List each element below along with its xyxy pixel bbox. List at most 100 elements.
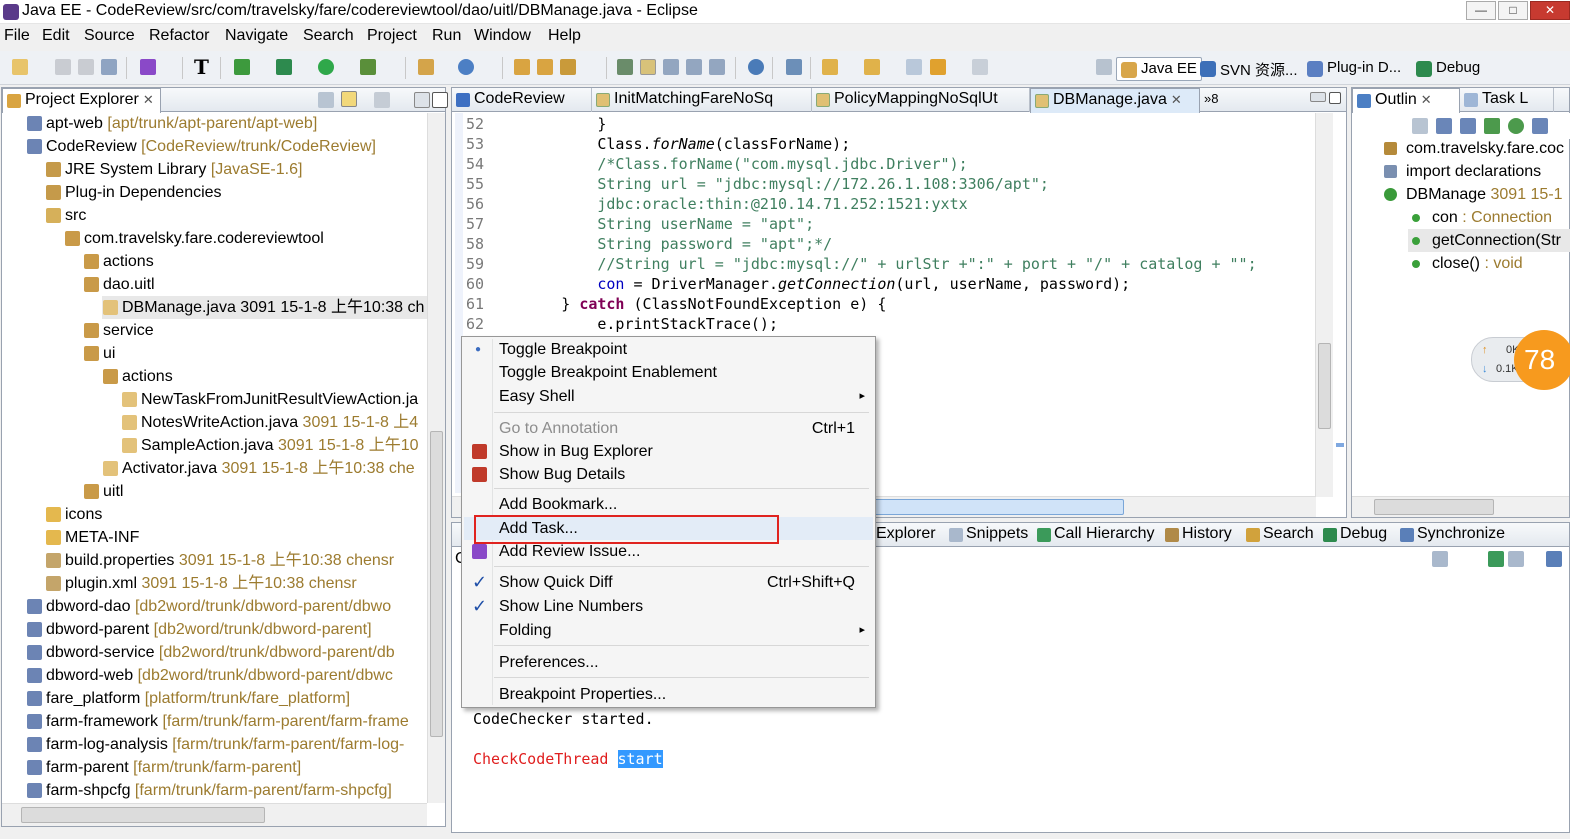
menu-window[interactable]: Window — [474, 27, 531, 45]
menu-item-toggle-breakpoint[interactable]: ● Toggle Breakpoint — [464, 338, 873, 361]
tree-item[interactable]: Activator.java 3091 15-1-8 上午10:38 che — [102, 457, 427, 480]
minimize-view-icon[interactable] — [414, 92, 430, 108]
code-line[interactable]: 57 String userName = "apt"; — [452, 214, 1312, 234]
menu-help[interactable]: Help — [548, 27, 581, 45]
tab-project-explorer[interactable]: Project Explorer ✕ — [2, 88, 161, 113]
perspective-svn[interactable]: SVN 资源... — [1196, 57, 1302, 81]
menu-item-breakpoint-properties[interactable]: Breakpoint Properties... — [464, 683, 873, 706]
tree-item[interactable]: NewTaskFromJunitResultViewAction.ja — [121, 388, 427, 411]
toggle-highlight-icon[interactable] — [640, 59, 656, 75]
close-icon[interactable]: ✕ — [1171, 92, 1182, 107]
menu-project[interactable]: Project — [367, 27, 417, 45]
menu-item-add-bookmark[interactable]: Add Bookmark... — [464, 493, 873, 516]
tree-item[interactable]: fare_platform [platform/trunk/fare_platf… — [26, 687, 427, 710]
outline-item[interactable]: import declarations — [1382, 160, 1570, 183]
code-line[interactable]: 53 Class.forName(classForName); — [452, 134, 1312, 154]
close-button[interactable]: ✕ — [1530, 1, 1570, 20]
tab-task-list[interactable]: Task L — [1460, 88, 1554, 112]
tab-history[interactable]: History — [1162, 523, 1236, 547]
tab-debug[interactable]: Debug — [1320, 523, 1391, 547]
menu-item-show-quick-diff[interactable]: ✓ Show Quick Diff Ctrl+Shift+Q — [464, 571, 873, 594]
tree-item[interactable]: apt-web [apt/trunk/apt-parent/apt-web] — [26, 113, 427, 135]
menu-item-toggle-breakpoint-enablement[interactable]: Toggle Breakpoint Enablement — [464, 361, 873, 384]
tree-item[interactable]: ui — [83, 342, 427, 365]
sort-icon[interactable] — [1436, 118, 1452, 134]
save-all-icon[interactable] — [78, 59, 94, 75]
menu-item-show-in-bug-explorer[interactable]: Show in Bug Explorer — [464, 440, 873, 463]
memory-percent-badge[interactable]: 78 — [1514, 330, 1570, 390]
show-formatting-icon[interactable] — [709, 59, 725, 75]
menu-item-preferences[interactable]: Preferences... — [464, 651, 873, 674]
code-line[interactable]: 56 jdbc:oracle:thin:@210.14.71.252:1521:… — [452, 194, 1312, 214]
open-perspective-icon[interactable] — [1096, 59, 1112, 75]
editor-hscroll-thumb[interactable] — [872, 499, 1124, 515]
menu-source[interactable]: Source — [84, 27, 135, 45]
tab-snippets[interactable]: Snippets — [946, 523, 1032, 547]
tab-explorer[interactable]: Explorer — [872, 523, 940, 547]
tree-item[interactable]: JRE System Library [JavaSE-1.6] — [45, 158, 427, 181]
forward-icon[interactable] — [972, 59, 988, 75]
code-line[interactable]: 58 String password = "apt";*/ — [452, 234, 1312, 254]
toggle-mark-occurrences-icon[interactable] — [617, 59, 633, 75]
tree-item[interactable]: NotesWriteAction.java 3091 15-1-8 上4 — [121, 411, 427, 434]
maximize-editor-icon[interactable] — [1329, 92, 1341, 104]
tree-item[interactable]: farm-shpcfg [farm/trunk/farm-parent/farm… — [26, 779, 427, 802]
tree-item[interactable]: Plug-in Dependencies — [45, 181, 427, 204]
outline-item[interactable]: close() : void — [1408, 252, 1570, 275]
next-annotation-icon[interactable] — [822, 59, 838, 75]
tab-codereview[interactable]: CodeReview — [452, 88, 592, 112]
hide-fields-icon[interactable] — [1460, 118, 1476, 134]
show-whitespace-icon[interactable] — [686, 59, 702, 75]
tree-item[interactable]: SampleAction.java 3091 15-1-8 上午10 — [121, 434, 427, 457]
tree-item[interactable]: dbword-service [db2word/trunk/dbword-par… — [26, 641, 427, 664]
menu-run[interactable]: Run — [432, 27, 461, 45]
tree-item[interactable]: dbword-dao [db2word/trunk/dbword-parent/… — [26, 595, 427, 618]
menu-item-easy-shell[interactable]: Easy Shell ▸ — [464, 385, 873, 408]
tree-item[interactable]: build.properties 3091 15-1-8 上午10:38 che… — [45, 549, 427, 572]
new-class-icon[interactable] — [458, 59, 474, 75]
editor-scroll-thumb[interactable] — [1318, 343, 1331, 429]
code-line[interactable]: 62 e.printStackTrace(); — [452, 314, 1312, 334]
print-icon[interactable] — [101, 59, 117, 75]
perspective-debug[interactable]: Debug — [1412, 57, 1484, 81]
tree-item[interactable]: dbword-parent [db2word/trunk/dbword-pare… — [26, 618, 427, 641]
close-icon[interactable]: ✕ — [1421, 92, 1432, 107]
new-java-project-icon[interactable] — [418, 59, 434, 75]
menu-navigate[interactable]: Navigate — [225, 27, 288, 45]
text-tool-icon[interactable]: T — [194, 55, 209, 79]
open-resource-icon[interactable] — [537, 59, 553, 75]
code-line[interactable]: 52 } — [452, 114, 1312, 134]
minimize-editor-icon[interactable] — [1310, 92, 1326, 102]
maximize-console-icon[interactable] — [1546, 551, 1562, 567]
previous-annotation-icon[interactable] — [864, 59, 880, 75]
tree-item[interactable]: farm-framework [farm/trunk/farm-parent/f… — [26, 710, 427, 733]
close-icon[interactable]: ✕ — [143, 92, 154, 107]
menu-item-show-line-numbers[interactable]: ✓ Show Line Numbers — [464, 595, 873, 618]
back-icon[interactable] — [930, 59, 946, 75]
code-line[interactable]: 60 con = DriverManager.getConnection(url… — [452, 274, 1312, 294]
code-line[interactable]: 54 /*Class.forName("com.mysql.jdbc.Drive… — [452, 154, 1312, 174]
new-server-icon[interactable] — [234, 59, 250, 75]
editor-vscrollbar[interactable] — [1315, 113, 1333, 497]
network-speed-widget[interactable]: ↑ 0K/s ↓ 0.1K/s 78 — [1471, 330, 1570, 390]
menu-refactor[interactable]: Refactor — [149, 27, 209, 45]
project-tree-hscrollbar[interactable] — [2, 803, 427, 826]
tree-item[interactable]: icons — [45, 503, 427, 526]
perspective-java-ee[interactable]: Java EE — [1116, 57, 1202, 81]
display-console-icon[interactable] — [1508, 551, 1524, 567]
clear-console-icon[interactable] — [1432, 551, 1448, 567]
new-icon[interactable] — [12, 59, 28, 75]
outline-hscrollbar[interactable] — [1352, 496, 1569, 517]
tree-item[interactable]: actions — [102, 365, 427, 388]
collapse-all-icon[interactable] — [1412, 118, 1428, 134]
tab-initmatchingfarenosq[interactable]: InitMatchingFareNoSq — [592, 88, 812, 112]
tree-item[interactable]: plugin.xml 3091 15-1-8 上午10:38 chensr — [45, 572, 427, 595]
pin-editor-icon[interactable] — [786, 59, 802, 75]
tab-dbmanage[interactable]: DBManage.java ✕ — [1030, 88, 1200, 113]
search-tool-icon[interactable] — [560, 59, 576, 75]
view-menu-icon[interactable] — [374, 92, 390, 108]
menu-item-folding[interactable]: Folding ▸ — [464, 619, 873, 642]
debug-icon[interactable] — [276, 59, 292, 75]
toggle-block-selection-icon[interactable] — [663, 59, 679, 75]
perspective-plugin[interactable]: Plug-in D... — [1303, 57, 1405, 81]
